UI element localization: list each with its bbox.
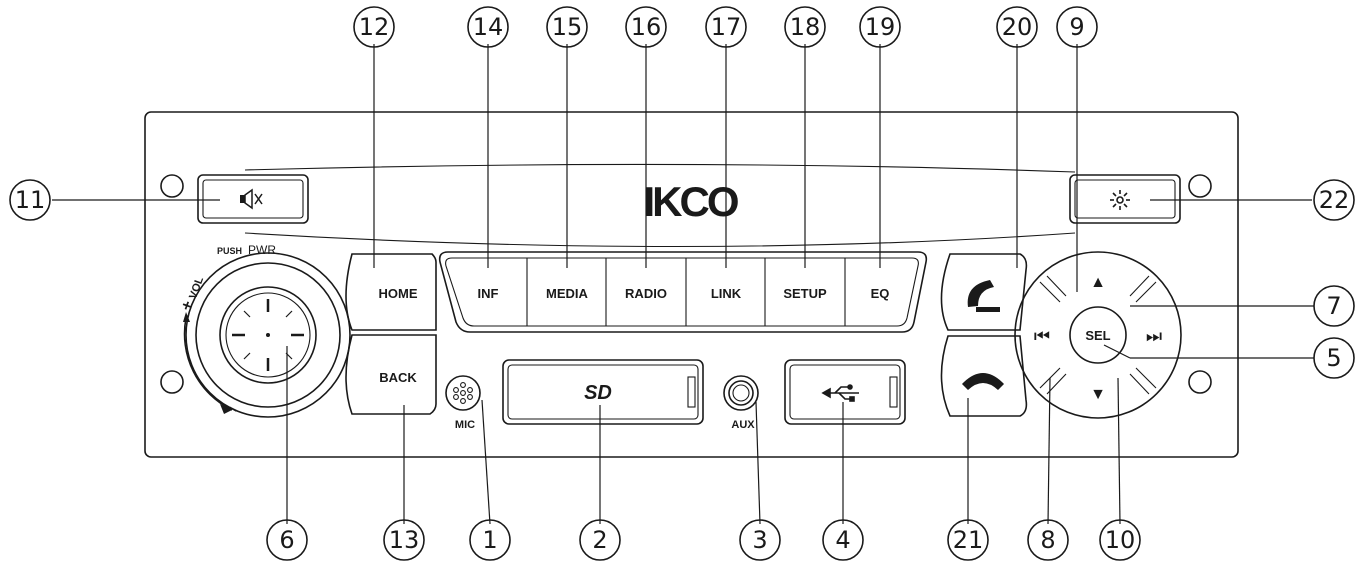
vol-label: VOL [187, 275, 206, 301]
eq-button[interactable]: EQ [871, 286, 890, 301]
callout-11: 11 [15, 186, 46, 214]
mic-grille [445, 375, 481, 411]
brand-logo: IKCO [644, 178, 738, 225]
down-button[interactable]: ▼ [1090, 386, 1106, 403]
volume-arc [183, 312, 233, 414]
home-button[interactable]: HOME [345, 253, 437, 331]
callout-22: 22 [1319, 186, 1350, 214]
call-end-button[interactable] [940, 335, 1028, 417]
back-button[interactable]: BACK [345, 334, 437, 415]
callout-5: 5 [1326, 344, 1341, 372]
head-unit-diagram: IKCO PUSH PWR + VOL – HOME BACK INF MEDI… [9, 6, 1355, 561]
aux-jack[interactable] [723, 375, 759, 411]
callout-10: 10 [1105, 526, 1136, 554]
mount-hole [160, 370, 184, 394]
callout-8: 8 [1040, 526, 1055, 554]
brightness-button[interactable] [1069, 174, 1181, 224]
callout-7: 7 [1326, 292, 1341, 320]
sd-logo: SD [584, 382, 612, 404]
pwr-label: PWR [248, 243, 276, 257]
callout-1: 1 [482, 526, 497, 554]
usb-port[interactable] [784, 359, 906, 425]
mount-hole [160, 174, 184, 198]
callout-14: 14 [473, 13, 504, 41]
brightness-icon [1110, 190, 1130, 210]
back-label: BACK [379, 370, 417, 385]
mute-button[interactable] [197, 174, 309, 224]
callout-6: 6 [279, 526, 294, 554]
callout-15: 15 [552, 13, 583, 41]
function-strip [438, 251, 928, 333]
media-button[interactable]: MEDIA [546, 286, 589, 301]
callout-19: 19 [865, 13, 896, 41]
display-band [244, 163, 1076, 173]
home-label: HOME [379, 286, 418, 301]
callout-21: 21 [953, 526, 984, 554]
callout-leaders [52, 44, 1314, 525]
mount-hole [1188, 370, 1212, 394]
volume-power-knob[interactable] [185, 252, 351, 418]
usb-icon [821, 384, 859, 402]
aux-label: AUX [731, 419, 755, 431]
vol-minus-label: – [225, 399, 241, 418]
callout-3: 3 [752, 526, 767, 554]
sd-card-slot[interactable]: SD [502, 359, 704, 425]
phone-hangup-icon [962, 373, 1004, 390]
callout-12: 12 [359, 13, 390, 41]
call-answer-button[interactable] [940, 253, 1028, 331]
callout-18: 18 [790, 13, 821, 41]
radio-button[interactable]: RADIO [625, 286, 667, 301]
phone-answer-icon [967, 280, 1000, 312]
callout-13: 13 [389, 526, 420, 554]
callout-markers [9, 6, 1355, 561]
callout-17: 17 [711, 13, 742, 41]
callout-9: 9 [1069, 13, 1084, 41]
mount-hole [1188, 174, 1212, 198]
prev-track-button[interactable]: ⏮ [1034, 326, 1050, 346]
push-label: PUSH [217, 246, 242, 256]
callout-4: 4 [835, 526, 850, 554]
setup-button[interactable]: SETUP [783, 286, 827, 301]
link-button[interactable]: LINK [711, 286, 742, 301]
inf-button[interactable]: INF [478, 286, 499, 301]
sel-button[interactable]: SEL [1085, 328, 1110, 343]
mic-label: MIC [455, 419, 475, 431]
next-track-button[interactable]: ⏭ [1146, 326, 1162, 346]
callout-20: 20 [1002, 13, 1033, 41]
callout-2: 2 [592, 526, 607, 554]
mute-speaker-icon [240, 188, 263, 210]
display-band-lower [244, 232, 1076, 248]
up-button[interactable]: ▲ [1090, 274, 1106, 291]
callout-16: 16 [631, 13, 662, 41]
